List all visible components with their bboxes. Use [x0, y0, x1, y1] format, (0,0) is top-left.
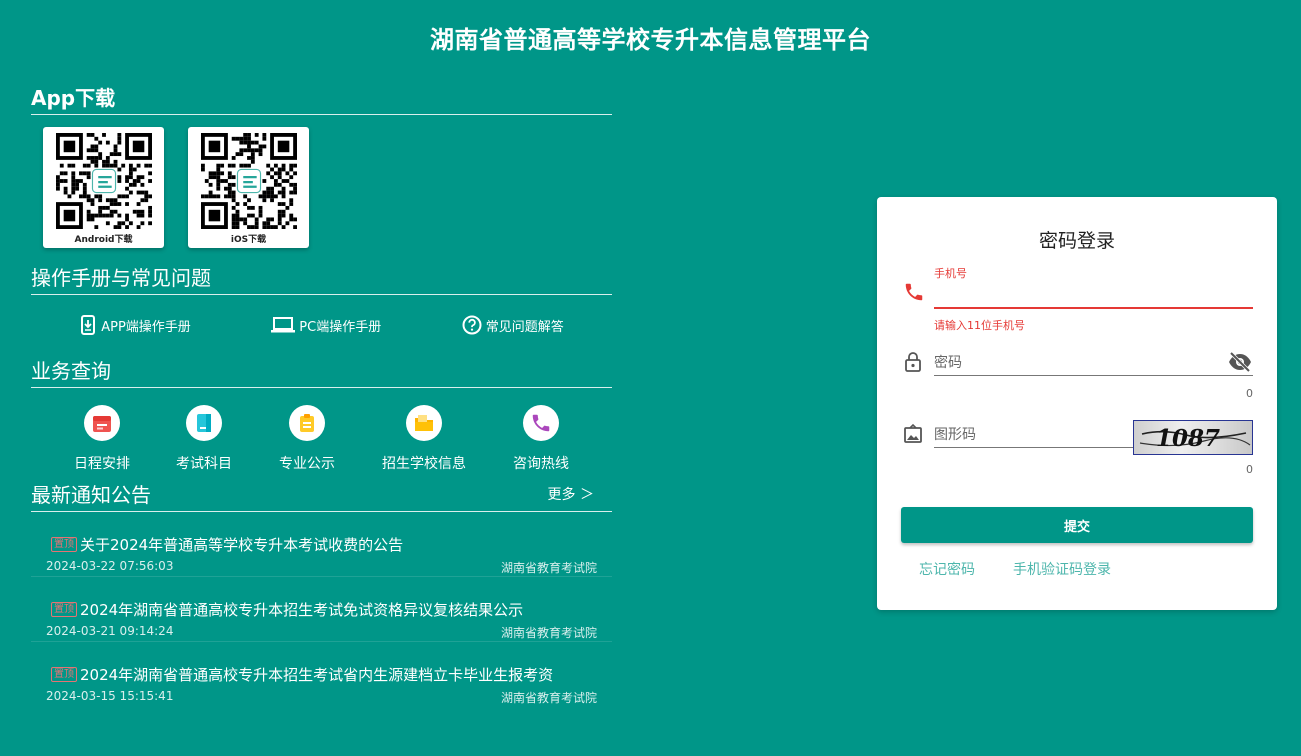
biz-majors[interactable]: 专业公示 [264, 405, 350, 473]
section-header-business: 业务查询 [31, 357, 612, 388]
notice-source: 湖南省教育考试院 [500, 626, 597, 640]
manual-pc-label: PC端操作手册 [299, 319, 382, 335]
biz-schedule-label: 日程安排 [74, 456, 130, 472]
captcha-image[interactable]: 1087 [1133, 420, 1253, 455]
section-header-notices: 最新通知公告 更多 ＞ [31, 481, 612, 512]
captcha-input[interactable] [934, 422, 1134, 448]
page-title: 湖南省普通高等学校专升本信息管理平台 [430, 26, 871, 54]
clipboard-icon [289, 405, 325, 441]
phone-error: 请输入11位手机号 [934, 319, 1025, 332]
manual-row: APP端操作手册 PC端操作手册 常见问题解答 [31, 295, 612, 355]
section-title-app: App下载 [31, 86, 116, 110]
question-circle-icon [462, 315, 482, 335]
biz-subjects-label: 考试科目 [176, 456, 232, 472]
password-input[interactable] [934, 350, 1253, 376]
phone-download-icon [81, 315, 96, 335]
phone-icon [523, 405, 559, 441]
notice-source: 湖南省教育考试院 [500, 691, 597, 705]
qr-row: Android下载 iOS下载 [31, 127, 612, 248]
biz-subjects[interactable]: 考试科目 [144, 405, 264, 473]
phone-input[interactable] [934, 283, 1253, 309]
left-panel: App下载 Android下载 iOS下载 操作手册与常见问题 APP端操作手册 [31, 84, 612, 707]
biz-schools-label: 招生学校信息 [382, 456, 466, 472]
notice-list: 置顶 关于2024年普通高等学校专升本考试收费的公告 2024-03-22 07… [31, 512, 612, 707]
manual-pc[interactable]: PC端操作手册 [271, 316, 381, 335]
pinned-badge: 置顶 [51, 667, 77, 682]
qr-card-ios[interactable]: iOS下载 [188, 127, 309, 248]
folder-icon [406, 405, 442, 441]
qr-code-icon [55, 133, 152, 229]
notice-date: 2024-03-21 09:14:24 [46, 624, 174, 638]
book-icon [186, 405, 222, 441]
login-title: 密码登录 [1038, 230, 1115, 252]
forgot-password-link[interactable]: 忘记密码 [919, 559, 975, 579]
qr-label-ios: iOS下载 [230, 235, 267, 245]
manual-app-label: APP端操作手册 [101, 319, 191, 335]
manual-app[interactable]: APP端操作手册 [79, 315, 191, 335]
eye-off-icon[interactable] [1228, 352, 1252, 372]
login-links: 忘记密码 手机验证码登录 [919, 559, 1111, 579]
section-title-manuals: 操作手册与常见问题 [31, 266, 211, 290]
image-icon [904, 423, 922, 443]
notice-date: 2024-03-15 15:15:41 [46, 689, 174, 703]
captcha-counter: 0 [1246, 463, 1253, 476]
more-link[interactable]: 更多 ＞ [548, 484, 594, 504]
login-card: 密码登录 手机号 请输入11位手机号 0 1087 0 提交 忘记密码 手机验证… [877, 197, 1277, 610]
qr-code-icon [200, 133, 297, 229]
section-header-app: App下载 [31, 84, 612, 115]
biz-hotline[interactable]: 咨询热线 [498, 405, 584, 473]
notice-title[interactable]: 2024年湖南省普通高校专升本招生考试免试资格异议复核结果公示 [80, 599, 523, 620]
captcha-text: 1087 [1156, 425, 1220, 452]
biz-schedule[interactable]: 日程安排 [60, 405, 144, 473]
section-title-business: 业务查询 [31, 359, 111, 383]
laptop-icon [271, 317, 296, 333]
biz-hotline-label: 咨询热线 [513, 456, 569, 472]
notice-item[interactable]: 置顶 2024年湖南省普通高校专升本招生考试省内生源建档立卡毕业生报考资 202… [31, 642, 612, 707]
business-row: 日程安排 考试科目 专业公示 招生学校信息 咨询热线 [31, 405, 612, 473]
notice-title[interactable]: 关于2024年普通高等学校专升本考试收费的公告 [80, 534, 403, 555]
qr-card-android[interactable]: Android下载 [43, 127, 164, 248]
pinned-badge: 置顶 [51, 537, 77, 552]
notice-item[interactable]: 置顶 2024年湖南省普通高校专升本招生考试免试资格异议复核结果公示 2024-… [31, 577, 612, 642]
biz-majors-label: 专业公示 [279, 456, 335, 472]
phone-label: 手机号 [934, 267, 967, 280]
section-title-notices: 最新通知公告 [31, 483, 151, 507]
section-header-manuals: 操作手册与常见问题 [31, 264, 612, 295]
notice-date: 2024-03-22 07:56:03 [46, 559, 174, 573]
submit-button[interactable]: 提交 [901, 507, 1253, 543]
biz-schools[interactable]: 招生学校信息 [350, 405, 498, 473]
password-counter: 0 [1246, 387, 1253, 400]
manual-faq[interactable]: 常见问题解答 [462, 315, 564, 335]
qr-label-android: Android下载 [74, 235, 133, 245]
notice-item[interactable]: 置顶 关于2024年普通高等学校专升本考试收费的公告 2024-03-22 07… [31, 512, 612, 577]
notice-source: 湖南省教育考试院 [500, 561, 597, 575]
phone-icon [905, 283, 923, 301]
lock-icon [905, 352, 921, 372]
calendar-icon [84, 405, 120, 441]
sms-login-link[interactable]: 手机验证码登录 [1013, 559, 1111, 579]
pinned-badge: 置顶 [51, 602, 77, 617]
manual-faq-label: 常见问题解答 [485, 319, 564, 335]
notice-title[interactable]: 2024年湖南省普通高校专升本招生考试省内生源建档立卡毕业生报考资 [80, 664, 553, 685]
